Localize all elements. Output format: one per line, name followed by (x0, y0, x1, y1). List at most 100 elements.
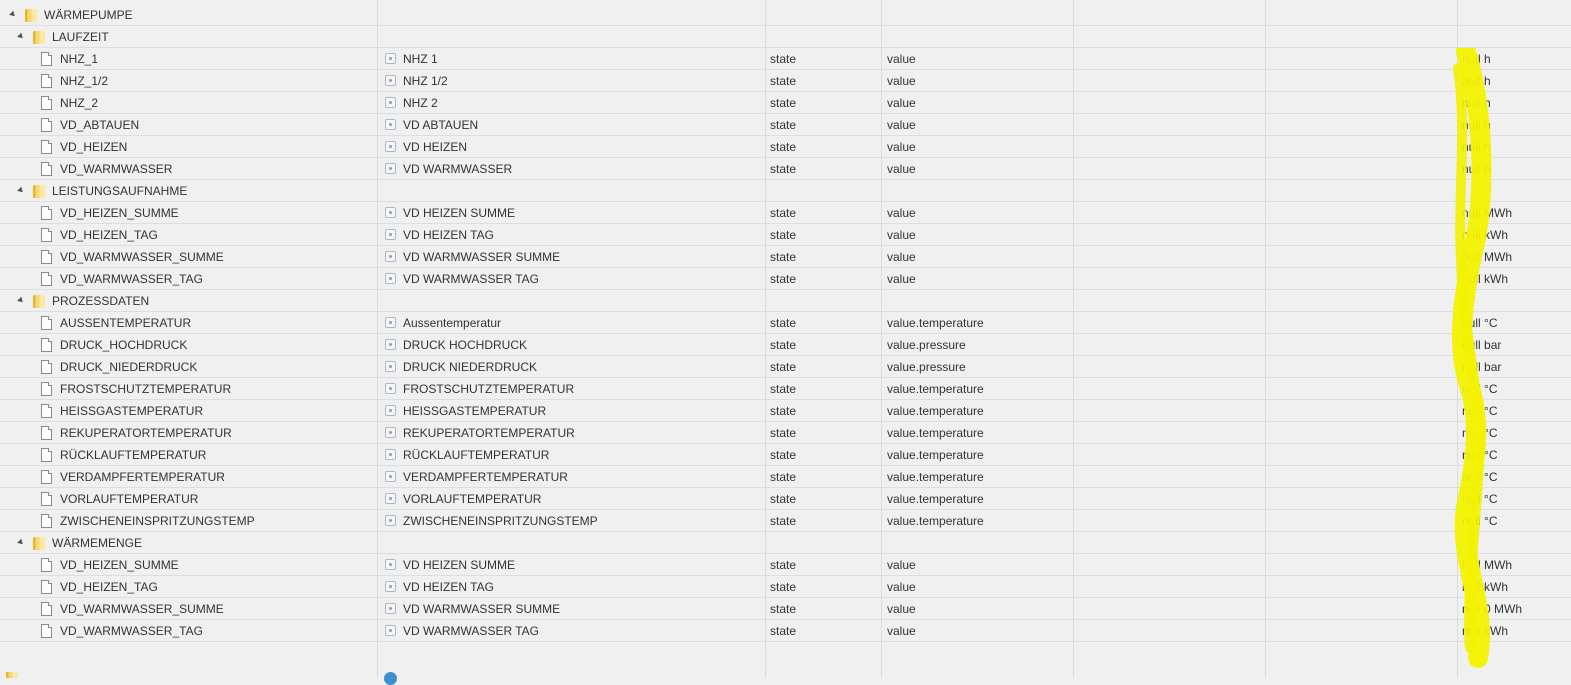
object-role: value (887, 140, 916, 154)
object-name: HEISSGASTEMPERATUR (403, 404, 547, 418)
object-name: ZWISCHENEINSPRITZUNGSTEMP (403, 514, 598, 528)
object-type: state (770, 514, 797, 528)
object-value: null h (1462, 52, 1491, 66)
object-type: state (770, 228, 797, 242)
object-type: state (770, 492, 797, 506)
state-row[interactable]: VD_ABTAUEN VD ABTAUEN state value null h (0, 114, 1571, 136)
file-icon (41, 118, 52, 132)
state-row[interactable]: VD_WARMWASSER_TAG VD WARMWASSER TAG stat… (0, 620, 1571, 642)
object-value: null h (1462, 74, 1491, 88)
state-row[interactable]: DRUCK_HOCHDRUCK DRUCK HOCHDRUCK state va… (0, 334, 1571, 356)
object-name: NHZ 1/2 (403, 74, 448, 88)
state-icon (385, 405, 396, 416)
object-name: VD HEIZEN SUMME (403, 206, 516, 220)
state-row[interactable]: RÜCKLAUFTEMPERATUR RÜCKLAUFTEMPERATUR st… (0, 444, 1571, 466)
state-icon (385, 97, 396, 108)
object-id: VD_WARMWASSER_SUMME (60, 250, 224, 264)
state-icon (384, 672, 397, 685)
object-type: state (770, 52, 797, 66)
state-icon (385, 449, 396, 460)
state-row[interactable]: VD_WARMWASSER_TAG VD WARMWASSER TAG stat… (0, 268, 1571, 290)
object-role: value.temperature (887, 514, 984, 528)
object-role: value (887, 52, 916, 66)
next-row-partial (0, 671, 1571, 685)
object-role: value (887, 624, 916, 638)
object-value: null kWh (1462, 624, 1509, 638)
folder-row[interactable]: PROZESSDATEN (0, 290, 1571, 312)
state-row[interactable]: VD_HEIZEN VD HEIZEN state value null h (0, 136, 1571, 158)
folder-label: PROZESSDATEN (52, 294, 150, 308)
state-row[interactable]: VD_WARMWASSER_SUMME VD WARMWASSER SUMME … (0, 598, 1571, 620)
collapse-toggle-icon[interactable] (17, 186, 25, 195)
folder-icon (6, 672, 18, 678)
object-name: Aussentemperatur (403, 316, 502, 330)
object-type: state (770, 272, 797, 286)
object-role: value (887, 558, 916, 572)
object-role: value (887, 228, 916, 242)
object-id: AUSSENTEMPERATUR (60, 316, 192, 330)
object-id: DRUCK_NIEDERDRUCK (60, 360, 198, 374)
folder-icon (25, 9, 37, 22)
folder-row[interactable]: WÄRMEMENGE (0, 532, 1571, 554)
state-row[interactable]: FROSTSCHUTZTEMPERATUR FROSTSCHUTZTEMPERA… (0, 378, 1571, 400)
object-value: null kWh (1462, 228, 1509, 242)
object-id: RÜCKLAUFTEMPERATUR (60, 448, 207, 462)
object-id: VD_ABTAUEN (60, 118, 140, 132)
file-icon (41, 404, 52, 418)
folder-row[interactable]: LEISTUNGSAUFNAHME (0, 180, 1571, 202)
object-name: NHZ 1 (403, 52, 438, 66)
object-id: VD_HEIZEN_SUMME (60, 206, 179, 220)
object-name: VD WARMWASSER SUMME (403, 602, 561, 616)
object-id: NHZ_1/2 (60, 74, 109, 88)
state-row[interactable]: VD_HEIZEN_SUMME VD HEIZEN SUMME state va… (0, 554, 1571, 576)
state-icon (385, 317, 396, 328)
collapse-toggle-icon[interactable] (17, 32, 25, 41)
object-id: DRUCK_HOCHDRUCK (60, 338, 188, 352)
object-value: null bar (1462, 360, 1502, 374)
object-name: REKUPERATORTEMPERATUR (403, 426, 575, 440)
file-icon (41, 558, 52, 572)
file-icon (41, 272, 52, 286)
object-id: NHZ_1 (60, 52, 99, 66)
object-type: state (770, 250, 797, 264)
object-value: null °C (1462, 316, 1498, 330)
state-row[interactable]: AUSSENTEMPERATUR Aussentemperatur state … (0, 312, 1571, 334)
state-row[interactable]: VD_WARMWASSER VD WARMWASSER state value … (0, 158, 1571, 180)
object-role: value.temperature (887, 470, 984, 484)
object-name: DRUCK HOCHDRUCK (403, 338, 528, 352)
state-icon (385, 251, 396, 262)
object-type: state (770, 316, 797, 330)
state-row[interactable]: ZWISCHENEINSPRITZUNGSTEMP ZWISCHENEINSPR… (0, 510, 1571, 532)
state-row[interactable]: NHZ_1 NHZ 1 state value null h (0, 48, 1571, 70)
file-icon (41, 250, 52, 264)
object-name: VORLAUFTEMPERATUR (403, 492, 542, 506)
object-value: null °C (1462, 404, 1498, 418)
state-icon (385, 273, 396, 284)
state-row[interactable]: DRUCK_NIEDERDRUCK DRUCK NIEDERDRUCK stat… (0, 356, 1571, 378)
state-row[interactable]: VD_HEIZEN_TAG VD HEIZEN TAG state value … (0, 224, 1571, 246)
state-row[interactable]: VD_HEIZEN_SUMME VD HEIZEN SUMME state va… (0, 202, 1571, 224)
state-icon (385, 75, 396, 86)
state-row[interactable]: NHZ_1/2 NHZ 1/2 state value null h (0, 70, 1571, 92)
state-row[interactable]: VORLAUFTEMPERATUR VORLAUFTEMPERATUR stat… (0, 488, 1571, 510)
state-row[interactable]: NHZ_2 NHZ 2 state value null h (0, 92, 1571, 114)
state-row[interactable]: HEISSGASTEMPERATUR HEISSGASTEMPERATUR st… (0, 400, 1571, 422)
object-type: state (770, 360, 797, 374)
object-id: VORLAUFTEMPERATUR (60, 492, 199, 506)
object-type: state (770, 602, 797, 616)
folder-row[interactable]: WÄRMEPUMPE (0, 4, 1571, 26)
folder-row[interactable]: LAUFZEIT (0, 26, 1571, 48)
object-type: state (770, 74, 797, 88)
folder-label: LAUFZEIT (52, 30, 109, 44)
state-row[interactable]: REKUPERATORTEMPERATUR REKUPERATORTEMPERA… (0, 422, 1571, 444)
object-type: state (770, 448, 797, 462)
file-icon (41, 492, 52, 506)
object-value: null MWh (1462, 558, 1513, 572)
collapse-toggle-icon[interactable] (17, 538, 25, 547)
state-row[interactable]: VD_WARMWASSER_SUMME VD WARMWASSER SUMME … (0, 246, 1571, 268)
collapse-toggle-icon[interactable] (17, 296, 25, 305)
object-value: null MWh (1462, 250, 1513, 264)
collapse-toggle-icon[interactable] (9, 10, 17, 19)
state-row[interactable]: VD_HEIZEN_TAG VD HEIZEN TAG state value … (0, 576, 1571, 598)
state-row[interactable]: VERDAMPFERTEMPERATUR VERDAMPFERTEMPERATU… (0, 466, 1571, 488)
